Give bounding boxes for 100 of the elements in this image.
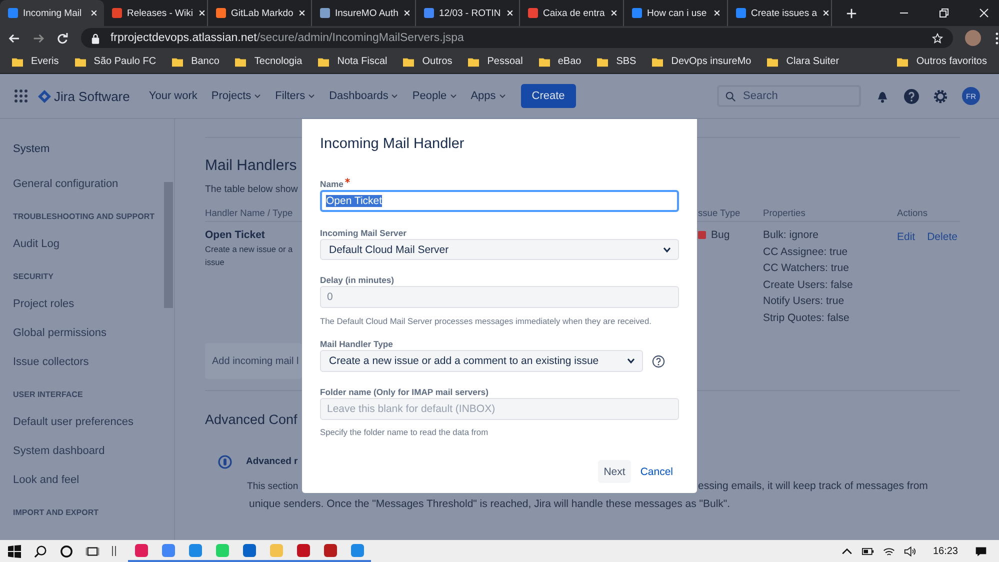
- sidebar-item[interactable]: General configuration: [13, 178, 118, 190]
- nav-menu[interactable]: Filters: [270, 90, 320, 102]
- name-input[interactable]: Open Ticket: [320, 190, 679, 212]
- folder-icon: [597, 56, 608, 66]
- sidebar-item[interactable]: Look and feel: [13, 474, 80, 486]
- close-icon[interactable]: [713, 9, 721, 17]
- back-icon[interactable]: [8, 32, 21, 44]
- address-bar[interactable]: frprojectdevops.atlassian.net/secure/admin/IncomingMailServers.jspa: [81, 28, 954, 48]
- close-icon[interactable]: [90, 9, 98, 17]
- bookmark-link[interactable]: Outros favoritos: [916, 56, 987, 67]
- notice-text: unique senders. Once the "Messages Threshold" is reached, Jira will handle these messages as "Bulk".: [249, 498, 730, 510]
- task-view-icon[interactable]: [86, 544, 99, 558]
- search-field[interactable]: Search: [717, 85, 861, 107]
- folder-icon: [403, 56, 414, 66]
- next-button[interactable]: Next: [598, 460, 632, 483]
- bookmark-link[interactable]: Banco: [191, 56, 220, 67]
- bookmark-link[interactable]: Everis: [31, 56, 59, 67]
- column-header: Handler Name / Type: [205, 207, 294, 220]
- notice-title: Advanced r: [246, 455, 298, 469]
- reload-icon[interactable]: [56, 32, 68, 44]
- close-icon[interactable]: [403, 9, 412, 17]
- sidebar-heading: SECURITY: [13, 272, 54, 280]
- close-icon[interactable]: [298, 9, 306, 17]
- caret-icon: [391, 94, 398, 98]
- sidebar-item[interactable]: Default user preferences: [13, 416, 134, 428]
- intro-text: The table below show: [205, 183, 299, 197]
- product-name[interactable]: Jira Software: [54, 88, 130, 104]
- property-text: Create Users: false: [763, 278, 854, 293]
- bookmark-link[interactable]: Pessoal: [487, 56, 523, 67]
- caret-icon: [498, 94, 506, 98]
- notification-icon[interactable]: [975, 546, 987, 556]
- bookmark-link[interactable]: SBS: [616, 56, 636, 67]
- create-button[interactable]: Create: [520, 84, 576, 108]
- sidebar-item[interactable]: Issue collectors: [13, 356, 89, 368]
- nav-menu[interactable]: Your work: [144, 90, 202, 102]
- folder-icon: [74, 56, 86, 66]
- profile-avatar[interactable]: [965, 30, 982, 46]
- issue-type: Bug: [711, 228, 730, 243]
- volume-icon[interactable]: [904, 546, 916, 556]
- forward-icon[interactable]: [32, 32, 45, 44]
- bookmark-link[interactable]: Outros: [422, 56, 452, 67]
- bookmark-link[interactable]: Clara Suiter: [786, 56, 840, 67]
- bookmark-link[interactable]: Tecnologia: [254, 56, 302, 67]
- battery-icon[interactable]: [862, 546, 874, 556]
- field-label: Folder name (Only for IMAP mail servers): [320, 386, 490, 398]
- menu-icon[interactable]: [995, 32, 999, 44]
- sidebar-heading: TROUBLESHOOTING AND SUPPORT: [13, 212, 154, 220]
- nav-menu[interactable]: Dashboards: [324, 90, 404, 102]
- close-icon[interactable]: [822, 9, 830, 17]
- field-label: Delay (in minutes): [320, 274, 396, 286]
- column-header: ssue Type: [698, 207, 742, 220]
- close-icon[interactable]: [610, 9, 618, 17]
- folder-input[interactable]: Leave this blank for default (INBOX): [320, 398, 679, 420]
- search-icon[interactable]: [34, 544, 47, 558]
- sidebar-title: System: [13, 142, 51, 157]
- star-icon[interactable]: [932, 32, 944, 44]
- circle-icon[interactable]: [60, 544, 73, 558]
- nav-menu[interactable]: Apps: [466, 90, 511, 102]
- close-icon[interactable]: [979, 8, 989, 18]
- logo-icon[interactable]: [38, 90, 51, 102]
- server-select[interactable]: Default Cloud Mail Server: [320, 239, 679, 260]
- notice-text: This section: [246, 480, 300, 494]
- folder-icon: [767, 56, 778, 66]
- folder-icon: [172, 56, 184, 66]
- sidebar-item[interactable]: Global permissions: [13, 326, 107, 338]
- bookmark-link[interactable]: Nota Fiscal: [337, 56, 388, 67]
- clock-time[interactable]: 16:23: [932, 546, 958, 556]
- sidebar-item[interactable]: Project roles: [13, 298, 74, 310]
- close-icon[interactable]: [198, 9, 206, 17]
- sidebar-item[interactable]: Audit Log: [13, 238, 60, 250]
- chevron-icon: [627, 358, 635, 364]
- dialog-title: Incoming Mail Handler: [320, 135, 466, 153]
- sidebar-heading: IMPORT AND EXPORT: [13, 508, 98, 516]
- bookmark-link[interactable]: São Paulo FC: [94, 56, 156, 67]
- nav-menu[interactable]: Projects: [206, 90, 266, 102]
- help-icon[interactable]: [904, 88, 919, 104]
- new-tab-icon[interactable]: [846, 8, 857, 18]
- restore-icon[interactable]: [939, 8, 949, 18]
- browser-tab[interactable]: Incoming Mail: [0, 0, 104, 26]
- chevron-up-icon[interactable]: [840, 546, 853, 556]
- section-heading: Advanced Conf: [205, 411, 298, 429]
- bookmark-link[interactable]: DevOps insureMo: [671, 56, 752, 67]
- wifi-icon[interactable]: [882, 546, 895, 556]
- app-switcher-icon[interactable]: [14, 89, 28, 103]
- property-text: CC Assignee: true: [763, 244, 849, 260]
- settings-icon[interactable]: [933, 88, 948, 104]
- handler-type: issue: [205, 256, 226, 269]
- handler-type-select[interactable]: Create a new issue or add a comment to an existing issue: [320, 350, 643, 372]
- notice-text: essing emails, it will keep track of messages from: [698, 479, 929, 494]
- add-handler-button[interactable]: Add incoming mail l: [205, 343, 302, 379]
- url-host: frprojectdevops.atlassian.net: [110, 32, 257, 44]
- field-label: Name: [320, 178, 344, 190]
- close-icon[interactable]: [506, 9, 514, 17]
- bookmark-link[interactable]: eBao: [558, 56, 582, 67]
- nav-menu[interactable]: People: [407, 90, 462, 102]
- start-icon[interactable]: [8, 544, 21, 558]
- help-icon[interactable]: [652, 354, 665, 368]
- sidebar-item[interactable]: System dashboard: [13, 444, 105, 456]
- handler-name: Open Ticket: [205, 228, 266, 243]
- cancel-link[interactable]: Cancel: [640, 466, 673, 478]
